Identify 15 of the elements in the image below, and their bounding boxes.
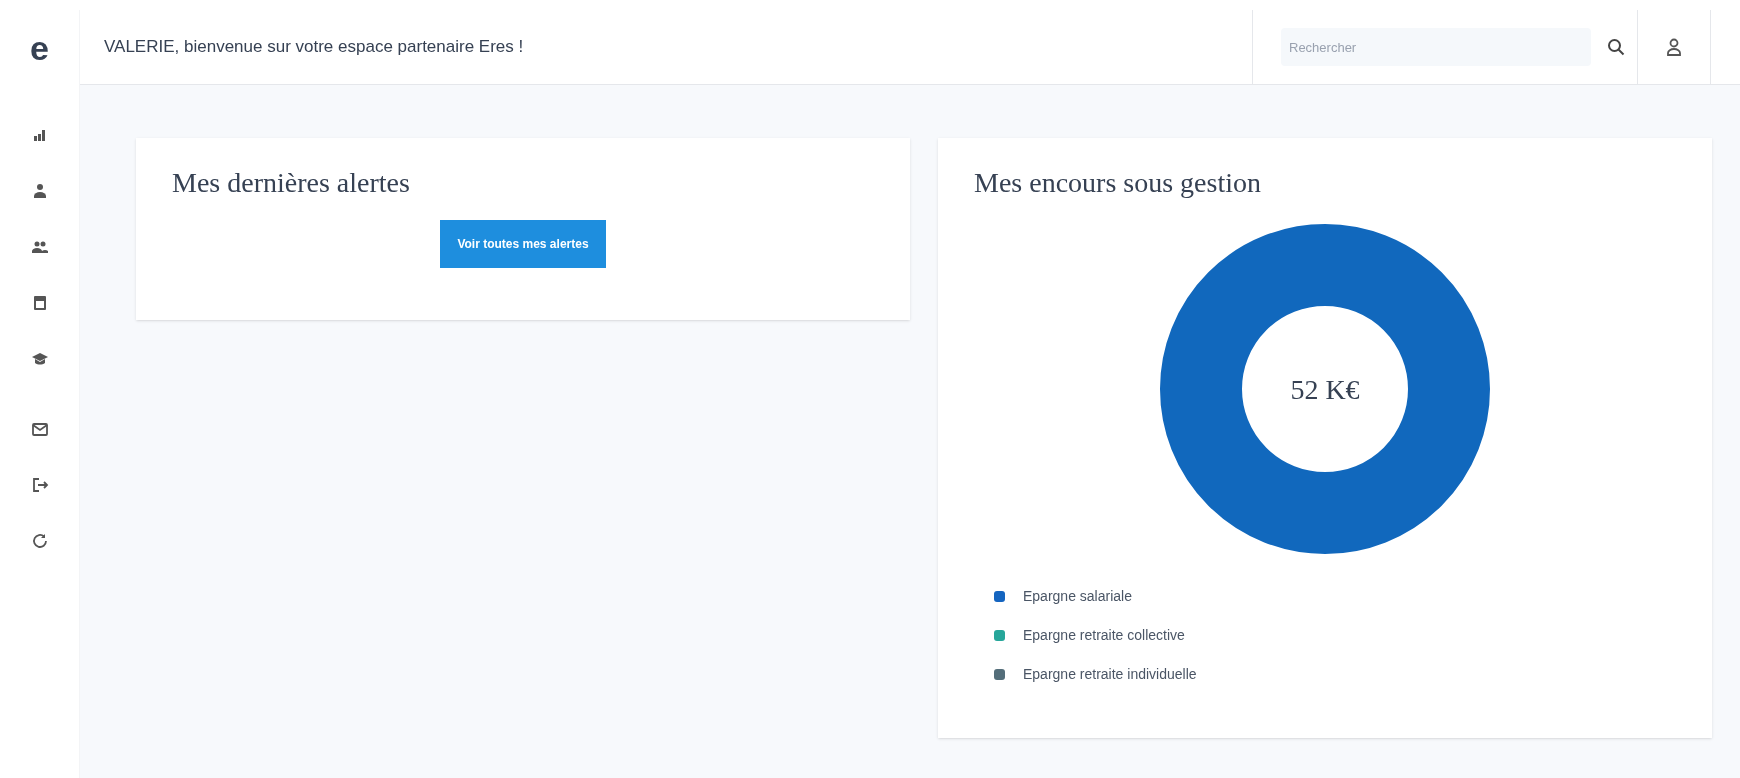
search-icon[interactable]	[1607, 38, 1625, 56]
legend-label: Epargne retraite collective	[1023, 626, 1185, 645]
card-title: Mes dernières alertes	[172, 166, 411, 200]
user-icon[interactable]	[1666, 38, 1682, 56]
legend-label: Epargne retraite individuelle	[1023, 665, 1197, 684]
welcome-message: VALERIE, bienvenue sur votre espace partenaire Eres !	[103, 36, 525, 59]
logout-icon[interactable]	[30, 476, 49, 494]
refresh-icon[interactable]	[30, 532, 49, 550]
logo[interactable]: e	[30, 30, 49, 65]
card-title: Mes encours sous gestion	[974, 166, 1262, 200]
mail-icon[interactable]	[30, 420, 49, 438]
search-field[interactable]: Rechercher	[1281, 28, 1591, 66]
total-amount: 52 K€	[1290, 373, 1360, 407]
view-alerts-button[interactable]: Voir toutes mes alertes	[440, 220, 606, 268]
legend-label: Epargne salariale	[1023, 587, 1132, 606]
